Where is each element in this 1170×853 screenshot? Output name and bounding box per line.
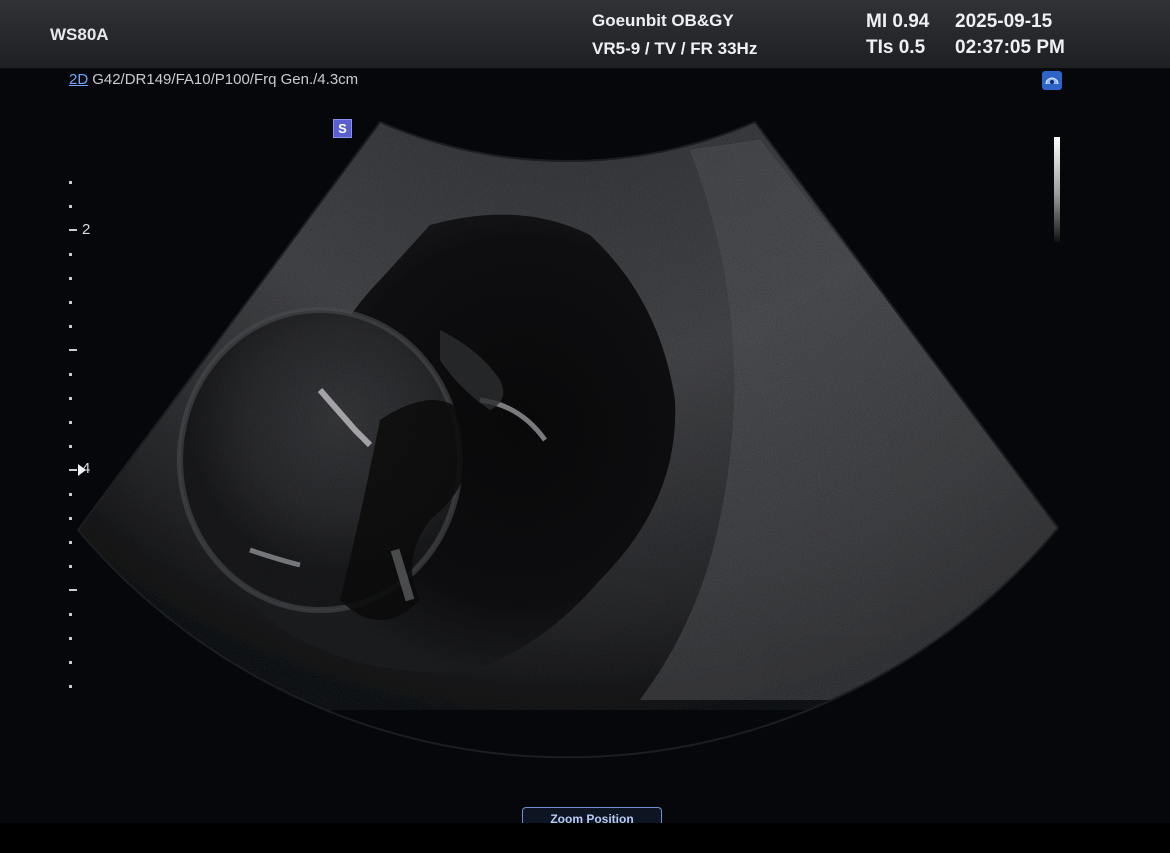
depth-tick-major [69, 469, 77, 471]
exam-date: 2025-09-15 [955, 11, 1053, 32]
focus-marker-icon[interactable] [78, 464, 86, 476]
depth-tick [69, 421, 72, 424]
thermal-index: TIs 0.5 [866, 37, 926, 58]
depth-tick [69, 541, 72, 544]
depth-tick [69, 685, 72, 688]
ultrasound-image [76, 120, 1060, 759]
depth-tick [69, 181, 72, 184]
depth-tick-major [69, 349, 77, 351]
probe-icon[interactable] [1042, 71, 1062, 90]
depth-tick [69, 493, 72, 496]
parameter-text: G42/DR149/FA10/P100/Frq Gen./4.3cm [92, 71, 359, 88]
hospital-name: Goeunbit OB&GY [592, 11, 734, 30]
grayscale-bar-icon [1054, 137, 1060, 242]
depth-tick [69, 205, 72, 208]
depth-tick-major [69, 229, 77, 231]
probe-glyph-icon [1045, 77, 1059, 85]
depth-label-2: 2 [82, 221, 91, 238]
mode-2d-link[interactable]: 2D [69, 71, 88, 88]
mechanical-index: MI 0.94 [866, 11, 930, 32]
probe-info: VR5-9 / TV / FR 33Hz [592, 39, 758, 58]
depth-tick-major [69, 589, 77, 591]
depth-tick [69, 637, 72, 640]
ultrasound-screen: WS80A Goeunbit OB&GY VR5-9 / TV / FR 33H… [0, 0, 1170, 853]
depth-tick [69, 397, 72, 400]
depth-tick [69, 277, 72, 280]
header-bar: WS80A Goeunbit OB&GY VR5-9 / TV / FR 33H… [0, 0, 1170, 69]
depth-tick [69, 301, 72, 304]
exam-time: 02:37:05 PM [955, 37, 1065, 58]
depth-tick [69, 253, 72, 256]
imaging-parameters: 2D G42/DR149/FA10/P100/Frq Gen./4.3cm [69, 71, 358, 88]
bottom-strip [0, 823, 1170, 853]
depth-tick [69, 613, 72, 616]
device-model: WS80A [50, 25, 109, 44]
depth-tick [69, 661, 72, 664]
depth-tick [69, 517, 72, 520]
depth-tick [69, 565, 72, 568]
depth-scale: 2 4 [60, 170, 110, 700]
depth-tick [69, 445, 72, 448]
orientation-badge: S [333, 119, 352, 138]
depth-tick [69, 325, 72, 328]
depth-tick [69, 373, 72, 376]
